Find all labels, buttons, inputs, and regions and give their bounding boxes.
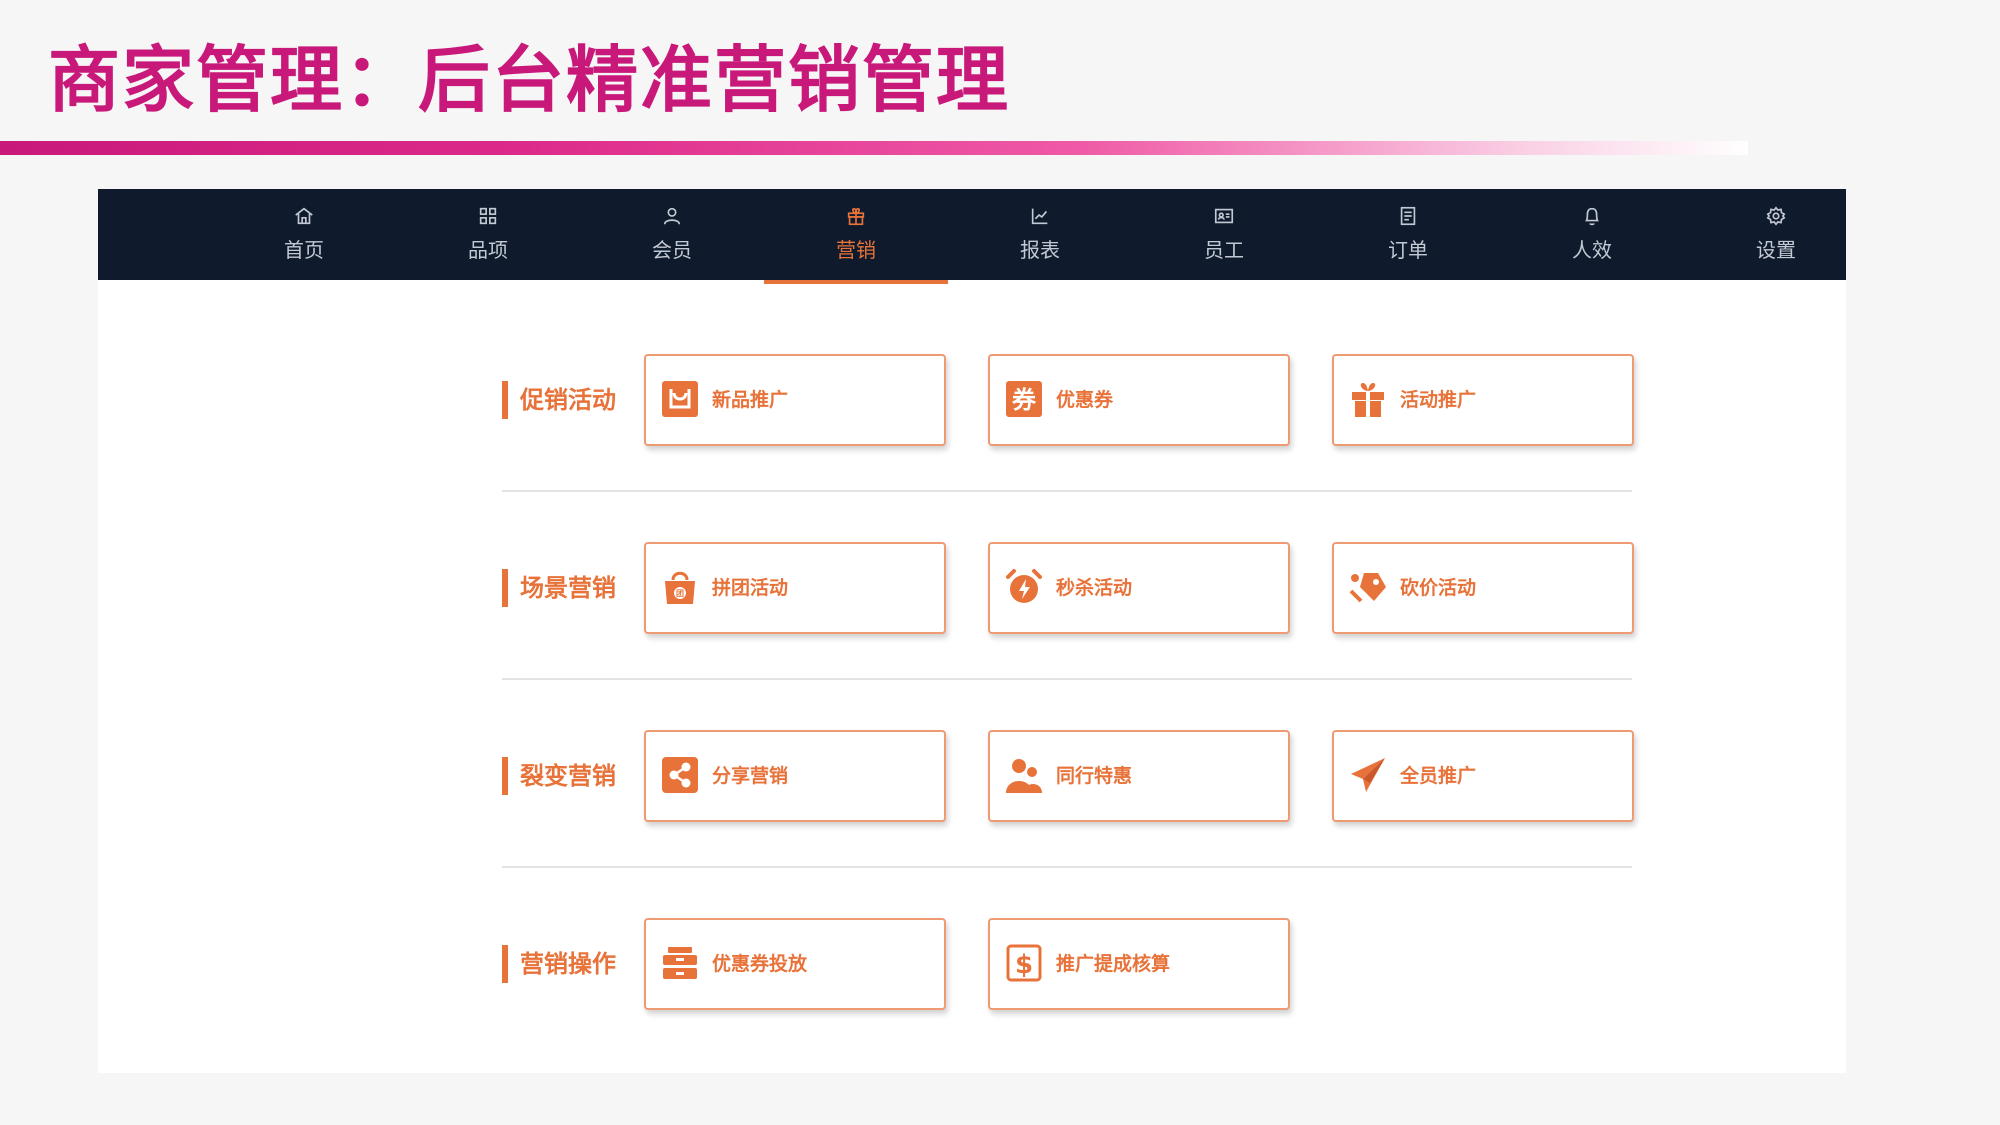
section-title-viral-marketing: 裂变营销: [502, 757, 616, 795]
grid-icon: [479, 207, 497, 225]
top-navigation: 首页 品项 会员 营销 报表 员工 订单 人效 设置: [98, 189, 1846, 284]
nav-label: 订单: [1388, 238, 1428, 262]
nav-label: 人效: [1572, 238, 1612, 262]
tile-label: 拼团活动: [712, 577, 789, 599]
group-bag-icon: 团: [665, 571, 695, 604]
coupon-stack-icon: [663, 947, 697, 979]
svg-text:$: $: [1015, 950, 1033, 980]
bell-icon: [1585, 207, 1599, 226]
id-card-icon: [1214, 208, 1234, 224]
tile-label: 全员推广: [1400, 765, 1477, 787]
tile-flash-sale[interactable]: 秒杀活动: [988, 542, 1290, 634]
paper-plane-icon: [1351, 758, 1385, 792]
section-divider: [502, 678, 1632, 680]
tile-label: 同行特惠: [1056, 765, 1133, 787]
tile-group-buy[interactable]: 团 拼团活动: [644, 542, 946, 634]
tile-bargain[interactable]: 砍价活动: [1332, 542, 1634, 634]
nav-label: 报表: [1020, 238, 1060, 262]
tile-label: 秒杀活动: [1056, 577, 1133, 599]
slide-title: 商家管理：后台精准营销管理: [48, 38, 1011, 122]
tile-coupon[interactable]: 券 优惠券: [988, 354, 1290, 446]
tile-label: 优惠券投放: [712, 953, 808, 975]
tile-label: 分享营销: [712, 765, 789, 787]
svg-text:团: 团: [676, 589, 684, 598]
nav-item-members[interactable]: 会员: [580, 189, 764, 280]
tile-label: 活动推广: [1400, 389, 1477, 411]
tile-new-product-promotion[interactable]: 新品推广: [644, 354, 946, 446]
nav-item-marketing[interactable]: 营销: [764, 189, 948, 284]
title-gradient-bar: [0, 141, 1748, 155]
tile-coupon-distribution[interactable]: 优惠券投放: [644, 918, 946, 1010]
admin-screenshot: 首页 品项 会员 营销 报表 员工 订单 人效 设置 促销活动 新品推广 券 优…: [98, 189, 1846, 1073]
gift-icon: [847, 207, 865, 226]
nav-item-home[interactable]: 首页: [212, 189, 396, 280]
document-icon: [1400, 206, 1416, 226]
nav-item-efficiency[interactable]: 人效: [1500, 189, 1684, 280]
people-icon: [1006, 759, 1042, 793]
tile-all-staff-promotion[interactable]: 全员推广: [1332, 730, 1634, 822]
nav-item-orders[interactable]: 订单: [1316, 189, 1500, 280]
nav-item-settings[interactable]: 设置: [1684, 189, 1868, 280]
section-title-promotions: 促销活动: [502, 381, 616, 419]
gift-box-icon: [1352, 383, 1384, 417]
nav-label: 会员: [652, 238, 692, 262]
tile-peer-discount[interactable]: 同行特惠: [988, 730, 1290, 822]
nav-item-reports[interactable]: 报表: [948, 189, 1132, 280]
home-icon: [295, 207, 313, 225]
svg-text:券: 券: [1012, 386, 1037, 414]
tile-commission-settlement[interactable]: $ 推广提成核算: [988, 918, 1290, 1010]
section-title-marketing-operations: 营销操作: [502, 945, 616, 983]
nav-label: 品项: [468, 238, 508, 262]
shopping-bag-icon: [662, 381, 698, 417]
nav-label: 员工: [1204, 238, 1244, 262]
tile-label: 推广提成核算: [1056, 953, 1171, 975]
nav-item-staff[interactable]: 员工: [1132, 189, 1316, 280]
nav-item-items[interactable]: 品项: [396, 189, 580, 280]
nav-label: 营销: [836, 238, 876, 262]
tile-share-marketing[interactable]: 分享营销: [644, 730, 946, 822]
line-chart-icon: [1031, 208, 1048, 225]
section-divider: [502, 490, 1632, 492]
alarm-clock-icon: [1006, 569, 1042, 603]
gear-icon: [1766, 206, 1786, 226]
dollar-icon: $: [1006, 944, 1042, 982]
section-title-scenario-marketing: 场景营销: [502, 569, 616, 607]
section-divider: [502, 866, 1632, 868]
tile-label: 新品推广: [712, 389, 789, 411]
user-icon: [663, 207, 681, 225]
share-icon: [662, 757, 698, 793]
price-tag-icon: [1349, 573, 1386, 603]
active-tab-indicator: [764, 280, 948, 284]
nav-label: 设置: [1756, 238, 1796, 262]
coupon-icon: 券: [1006, 381, 1042, 417]
tile-label: 砍价活动: [1400, 577, 1477, 599]
nav-label: 首页: [284, 238, 324, 262]
tile-activity-promotion[interactable]: 活动推广: [1332, 354, 1634, 446]
tile-label: 优惠券: [1056, 389, 1114, 411]
